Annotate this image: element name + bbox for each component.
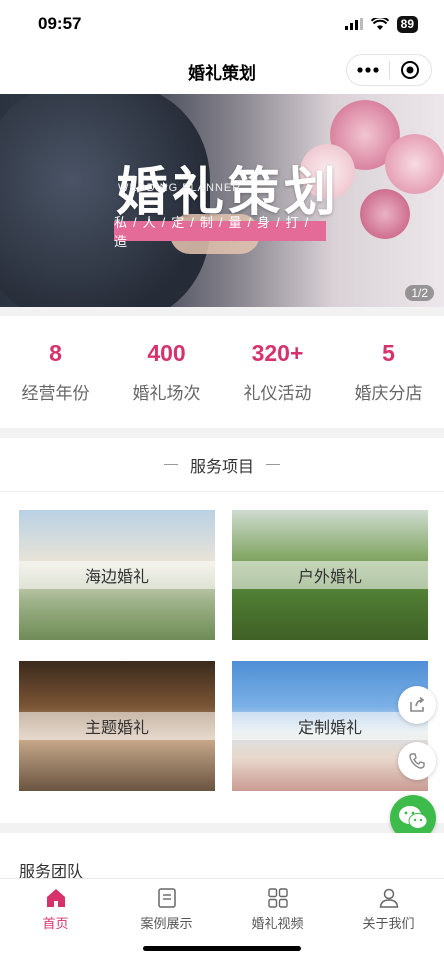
bouquet-flower — [385, 134, 444, 194]
status-bar: 09:57 89 — [0, 0, 444, 48]
tab-label: 婚礼视频 — [251, 916, 304, 931]
stat-item: 400 婚礼场次 — [112, 340, 222, 404]
stat-label: 经营年份 — [21, 384, 90, 403]
team-section: 服务团队 — [0, 833, 444, 881]
service-card-beach[interactable]: 海边婚礼 — [19, 510, 215, 640]
stat-item: 5 婚庆分店 — [334, 340, 444, 404]
miniprogram-capsule — [346, 54, 432, 86]
page-title: 婚礼策划 — [188, 63, 256, 83]
service-card-label: 海边婚礼 — [19, 561, 215, 589]
tab-label: 关于我们 — [362, 916, 415, 931]
user-icon — [379, 888, 398, 908]
battery-indicator: 89 — [396, 15, 418, 33]
section-title: 服务项目 — [189, 458, 254, 476]
service-card-label: 户外婚礼 — [232, 561, 428, 589]
section-header: 服务项目 — [0, 438, 444, 492]
tab-home[interactable]: 首页 — [0, 879, 111, 960]
stat-value: 8 — [49, 340, 62, 366]
status-time: 09:57 — [38, 14, 82, 33]
more-button[interactable] — [347, 55, 389, 85]
banner-slogan: 私/人/定/制/量/身/打/造 — [114, 215, 326, 249]
service-card-custom[interactable]: 定制婚礼 — [232, 661, 428, 791]
stat-item: 8 经营年份 — [1, 340, 111, 404]
divider — [163, 464, 178, 465]
stat-value: 320+ — [251, 340, 304, 366]
services-section: 服务项目 海边婚礼 户外婚礼 主题婚礼 定制婚礼 — [0, 438, 444, 823]
stat-item: 320+ 礼仪活动 — [223, 340, 333, 404]
tab-label: 首页 — [42, 916, 69, 931]
stat-value: 5 — [382, 340, 395, 366]
call-button[interactable] — [398, 742, 436, 780]
share-button[interactable] — [398, 686, 436, 724]
service-card-label: 主题婚礼 — [19, 712, 215, 740]
stat-label: 婚礼场次 — [132, 384, 201, 403]
banner-carousel[interactable]: 婚礼策划 WEDDING PLANNER 私/人/定/制/量/身/打/造 1/2 — [0, 94, 444, 307]
service-card-theme[interactable]: 主题婚礼 — [19, 661, 215, 791]
service-card-label: 定制婚礼 — [232, 712, 428, 740]
phone-icon — [409, 753, 425, 769]
more-icon — [357, 67, 379, 73]
document-icon — [157, 888, 176, 908]
home-indicator — [143, 946, 301, 951]
banner-subtitle: WEDDING PLANNER — [118, 182, 242, 194]
signal-icon — [344, 18, 363, 30]
home-icon — [46, 889, 65, 907]
wifi-icon — [370, 17, 389, 30]
service-card-outdoor[interactable]: 户外婚礼 — [232, 510, 428, 640]
status-icons: 89 — [344, 15, 418, 33]
stat-label: 婚庆分店 — [354, 384, 423, 403]
carousel-indicator: 1/2 — [405, 285, 434, 301]
tab-label: 案例展示 — [140, 916, 193, 931]
divider — [266, 464, 280, 465]
bouquet-flower — [360, 189, 410, 239]
stat-label: 礼仪活动 — [243, 384, 312, 403]
nav-bar: 婚礼策划 — [0, 48, 444, 94]
share-icon — [410, 696, 425, 712]
target-icon — [401, 61, 420, 79]
stat-value: 400 — [147, 340, 186, 366]
stats-panel: 8 经营年份 400 婚礼场次 320+ 礼仪活动 5 婚庆分店 — [0, 316, 444, 428]
wechat-icon — [399, 806, 428, 829]
close-miniprogram-button[interactable] — [390, 55, 432, 85]
grid-icon — [267, 888, 288, 908]
tab-about[interactable]: 关于我们 — [333, 879, 444, 960]
